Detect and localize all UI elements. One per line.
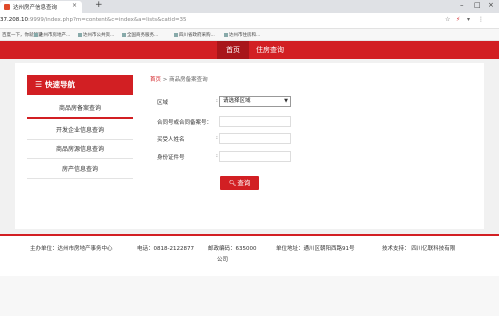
- search-button-label: 查询: [237, 179, 251, 187]
- region-label: 区域: [157, 100, 169, 106]
- bookmark-icon: [34, 32, 38, 37]
- page-bottom-area: [0, 276, 499, 316]
- star-icon[interactable]: ☆: [445, 16, 450, 23]
- bookmark-item[interactable]: 达州市公共资...: [78, 32, 114, 38]
- footer-address: 单位地址：通川区朝阳西路91号: [276, 246, 355, 252]
- search-icon: 🔍︎: [228, 180, 237, 187]
- menu-icon[interactable]: ⋮: [478, 16, 484, 23]
- buyer-name-input[interactable]: [219, 133, 291, 144]
- contract-label: 合同号或合同备案号：: [157, 120, 213, 126]
- footer: [0, 236, 499, 276]
- dropdown-icon[interactable]: ▾: [467, 16, 470, 23]
- bookmarks-bar: 百度一下，你就知道 达州市房地产... 达州市公共资... 全国商务服务... …: [0, 29, 499, 41]
- extension-icon[interactable]: ⚡: [456, 16, 460, 23]
- region-select[interactable]: 请选择区域 ▼: [219, 96, 291, 107]
- sidebar-item-property-query[interactable]: 房产信息查询: [27, 164, 133, 173]
- close-window-icon[interactable]: ×: [488, 1, 494, 9]
- sidebar-item-housing-source-query[interactable]: 商品房源信息查询: [27, 144, 133, 153]
- browser-tab-bar: 达州房产信息查询 × + – □ ×: [0, 0, 499, 13]
- id-card-colon: :: [216, 153, 218, 159]
- breadcrumb: 首页 > 商品房备案查询: [150, 75, 208, 83]
- url-field[interactable]: 37.208.10:9999/index.php?m=content&c=ind…: [0, 17, 187, 23]
- search-button[interactable]: 🔍︎查询: [220, 176, 259, 190]
- tab-title: 达州房产信息查询: [13, 5, 58, 11]
- bookmark-item[interactable]: 四川省政府采购...: [174, 32, 215, 38]
- breadcrumb-home[interactable]: 首页: [150, 77, 161, 83]
- sidebar-divider: [27, 158, 133, 159]
- browser-tab[interactable]: 达州房产信息查询 ×: [0, 1, 82, 13]
- sidebar-title: ☰ 快速导航: [27, 75, 133, 95]
- sidebar-title-text: 快速导航: [45, 80, 75, 89]
- footer-support-continued: 公司: [217, 257, 229, 263]
- buyer-name-label: 买受人姓名: [157, 137, 185, 143]
- chevron-down-icon: ▼: [284, 98, 288, 104]
- footer-postcode: 邮政编码：635000: [208, 246, 257, 252]
- region-select-value: 请选择区域: [223, 98, 251, 104]
- main-nav: 首页 住房查询: [0, 41, 499, 59]
- buyer-colon: :: [216, 135, 218, 141]
- id-card-input[interactable]: [219, 151, 291, 162]
- sidebar-item-filing-query[interactable]: 商品房备案查询: [27, 103, 133, 112]
- bookmark-item[interactable]: 全国商务服务...: [122, 32, 158, 38]
- footer-support: 技术支持： 四川亿联科技有限: [382, 246, 456, 252]
- sidebar-divider: [27, 178, 133, 179]
- sidebar-active-indicator: [27, 117, 133, 119]
- close-tab-icon[interactable]: ×: [72, 2, 77, 9]
- bookmark-item[interactable]: 达州市住房和...: [224, 32, 260, 38]
- maximize-icon[interactable]: □: [474, 1, 481, 9]
- url-host: 37.208.10: [0, 17, 28, 23]
- breadcrumb-separator: >: [162, 77, 168, 83]
- bookmark-icon: [174, 32, 178, 37]
- new-tab-button[interactable]: +: [95, 0, 103, 10]
- sidebar-item-developer-query[interactable]: 开发企业信息查询: [27, 125, 133, 134]
- sidebar-divider: [27, 139, 133, 140]
- address-bar[interactable]: 37.208.10:9999/index.php?m=content&c=ind…: [0, 13, 499, 29]
- nav-house-query[interactable]: 住房查询: [256, 41, 284, 59]
- url-path: :9999/index.php?m=content&c=index&a=list…: [28, 17, 187, 23]
- bookmark-icon: [224, 32, 228, 37]
- site-favicon-icon: [4, 4, 10, 10]
- contract-number-input[interactable]: [219, 116, 291, 127]
- nav-home[interactable]: 首页: [217, 41, 249, 59]
- id-card-label: 身份证件号: [157, 155, 185, 161]
- bookmark-icon: [122, 32, 126, 37]
- footer-phone: 电话：0818-2122877: [137, 246, 194, 252]
- list-icon: ☰: [35, 80, 43, 89]
- bookmark-icon: [78, 32, 82, 37]
- breadcrumb-current: 商品房备案查询: [169, 77, 208, 83]
- region-colon: :: [216, 98, 218, 104]
- bookmark-item[interactable]: 达州市房地产...: [34, 32, 70, 38]
- minimize-icon[interactable]: –: [460, 1, 464, 9]
- footer-sponsor: 主办单位：达州市房地产事务中心: [30, 246, 113, 252]
